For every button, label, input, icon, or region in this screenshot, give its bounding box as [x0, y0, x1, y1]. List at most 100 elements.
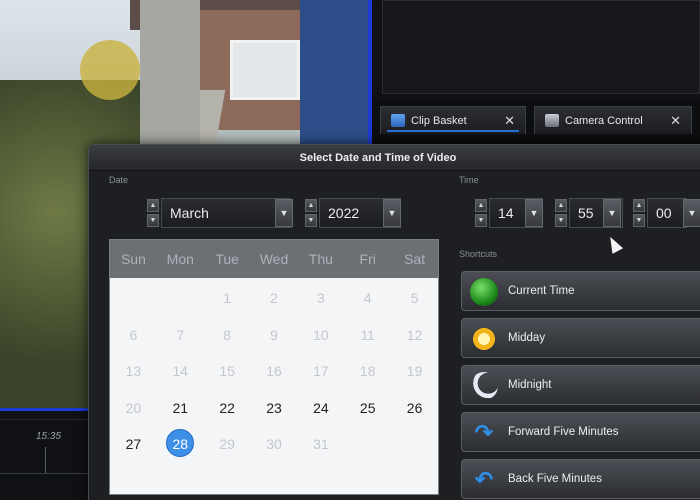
month-up-arrow-icon[interactable]: ▲: [147, 199, 159, 212]
calendar-day-number: 17: [313, 363, 329, 380]
calendar-day[interactable]: 24: [297, 390, 344, 427]
shortcut-label: Forward Five Minutes: [508, 426, 619, 438]
calendar-day[interactable]: 17: [297, 353, 344, 390]
second-down-arrow-icon[interactable]: ▼: [633, 214, 645, 227]
calendar-day-number: 19: [406, 363, 423, 380]
camera-icon: [545, 114, 559, 127]
forward-five-minutes-button[interactable]: ↷ Forward Five Minutes: [461, 412, 700, 452]
calendar-day[interactable]: 27: [110, 426, 157, 463]
second-spinner[interactable]: ▲ ▼: [633, 199, 645, 227]
hour-dropdown-icon[interactable]: ▼: [525, 199, 543, 227]
calendar-day-number: 24: [313, 399, 329, 416]
midday-button[interactable]: Midday: [461, 318, 700, 358]
tab-label: Clip Basket: [411, 114, 467, 127]
weekday-sun: Sun: [120, 251, 146, 267]
dialog-title: Select Date and Time of Video: [89, 145, 700, 171]
second-select[interactable]: 00: [647, 198, 687, 228]
weekday-wed: Wed: [259, 251, 289, 267]
calendar-day[interactable]: 31: [297, 426, 344, 463]
minute-up-arrow-icon[interactable]: ▲: [555, 199, 567, 212]
calendar-day[interactable]: 5: [391, 280, 438, 317]
back-arrow-icon: ↶: [474, 467, 494, 492]
calendar-day[interactable]: 30: [251, 426, 298, 463]
tab-camera-control[interactable]: Camera Control ✕: [534, 106, 692, 134]
month-down-arrow-icon[interactable]: ▼: [147, 214, 159, 227]
calendar-day[interactable]: 22: [204, 390, 251, 427]
calendar-day[interactable]: 26: [391, 390, 438, 427]
calendar-day-selected[interactable]: 28: [157, 426, 204, 463]
forward-arrow-icon: ↷: [474, 420, 494, 445]
calendar: Sun Mon Tue Wed Thu Fri Sat 1 2 3 4 5 6 7 8 9 10 1…: [109, 239, 439, 495]
close-icon[interactable]: ✕: [670, 113, 681, 129]
calendar-day[interactable]: 23: [251, 390, 298, 427]
weekday-sat: Sat: [404, 251, 426, 267]
calendar-day-number: 29: [219, 436, 235, 453]
calendar-day-number: 27: [125, 436, 142, 453]
close-icon[interactable]: ✕: [504, 113, 515, 129]
year-up-arrow-icon[interactable]: ▲: [305, 199, 317, 212]
moon-icon: [470, 372, 498, 400]
hour-spinner[interactable]: ▲ ▼: [475, 199, 487, 227]
calendar-day[interactable]: 25: [344, 390, 391, 427]
year-down-arrow-icon[interactable]: ▼: [305, 214, 317, 227]
calendar-day[interactable]: 12: [391, 317, 438, 354]
minute-dropdown-icon[interactable]: ▼: [603, 199, 621, 227]
calendar-day[interactable]: 15: [204, 353, 251, 390]
calendar-day[interactable]: 21: [157, 390, 204, 427]
calendar-day[interactable]: 9: [251, 317, 298, 354]
calendar-day: [344, 426, 391, 463]
calendar-day[interactable]: 13: [110, 353, 157, 390]
calendar-day[interactable]: 3: [297, 280, 344, 317]
calendar-day-number: 18: [359, 363, 376, 380]
calendar-day[interactable]: 2: [251, 280, 298, 317]
calendar-day-number: 23: [266, 399, 282, 416]
shortcut-label: Current Time: [508, 285, 575, 297]
shortcut-label: Back Five Minutes: [508, 473, 602, 485]
calendar-day-number: 2: [270, 290, 278, 306]
calendar-day[interactable]: 1: [204, 280, 251, 317]
calendar-day-number: 6: [129, 326, 138, 343]
month-dropdown-icon[interactable]: ▼: [275, 199, 293, 227]
calendar-day[interactable]: 8: [204, 317, 251, 354]
calendar-day[interactable]: 10: [297, 317, 344, 354]
calendar-day[interactable]: 19: [391, 353, 438, 390]
calendar-day-number: 16: [266, 363, 282, 380]
calendar-day[interactable]: 20: [110, 390, 157, 427]
timeline[interactable]: 15:35: [0, 411, 100, 500]
calendar-day-number: 22: [219, 399, 235, 416]
weekday-mon: Mon: [166, 251, 194, 267]
month-select[interactable]: March: [161, 198, 291, 228]
calendar-day[interactable]: 29: [204, 426, 251, 463]
calendar-day: [157, 280, 204, 317]
date-group-label: Date: [109, 175, 129, 185]
calendar-day-number: 12: [406, 326, 423, 343]
timeline-playhead[interactable]: [45, 447, 46, 473]
minute-spinner[interactable]: ▲ ▼: [555, 199, 567, 227]
year-dropdown-icon[interactable]: ▼: [383, 199, 401, 227]
tab-strip: Clip Basket ✕ Camera Control ✕: [372, 100, 700, 140]
calendar-day-number: 20: [125, 399, 142, 416]
calendar-day-number: 15: [219, 363, 235, 380]
month-spinner[interactable]: ▲ ▼: [147, 199, 159, 227]
calendar-day[interactable]: 18: [344, 353, 391, 390]
hour-up-arrow-icon[interactable]: ▲: [475, 199, 487, 212]
second-up-arrow-icon[interactable]: ▲: [633, 199, 645, 212]
sun-icon: [470, 325, 498, 353]
calendar-day[interactable]: 6: [110, 317, 157, 354]
back-five-minutes-button[interactable]: ↶ Back Five Minutes: [461, 459, 700, 499]
second-dropdown-icon[interactable]: ▼: [683, 199, 700, 227]
calendar-day-number: 26: [406, 399, 423, 416]
current-time-button[interactable]: Current Time: [461, 271, 700, 311]
green-orb-icon: [470, 278, 498, 306]
calendar-day[interactable]: 4: [344, 280, 391, 317]
calendar-day[interactable]: 7: [157, 317, 204, 354]
calendar-day[interactable]: 16: [251, 353, 298, 390]
calendar-day[interactable]: 14: [157, 353, 204, 390]
calendar-day-number: 10: [313, 326, 329, 343]
minute-down-arrow-icon[interactable]: ▼: [555, 214, 567, 227]
year-spinner[interactable]: ▲ ▼: [305, 199, 317, 227]
midnight-button[interactable]: Midnight: [461, 365, 700, 405]
hour-down-arrow-icon[interactable]: ▼: [475, 214, 487, 227]
tab-clip-basket[interactable]: Clip Basket ✕: [380, 106, 526, 134]
calendar-day[interactable]: 11: [344, 317, 391, 354]
